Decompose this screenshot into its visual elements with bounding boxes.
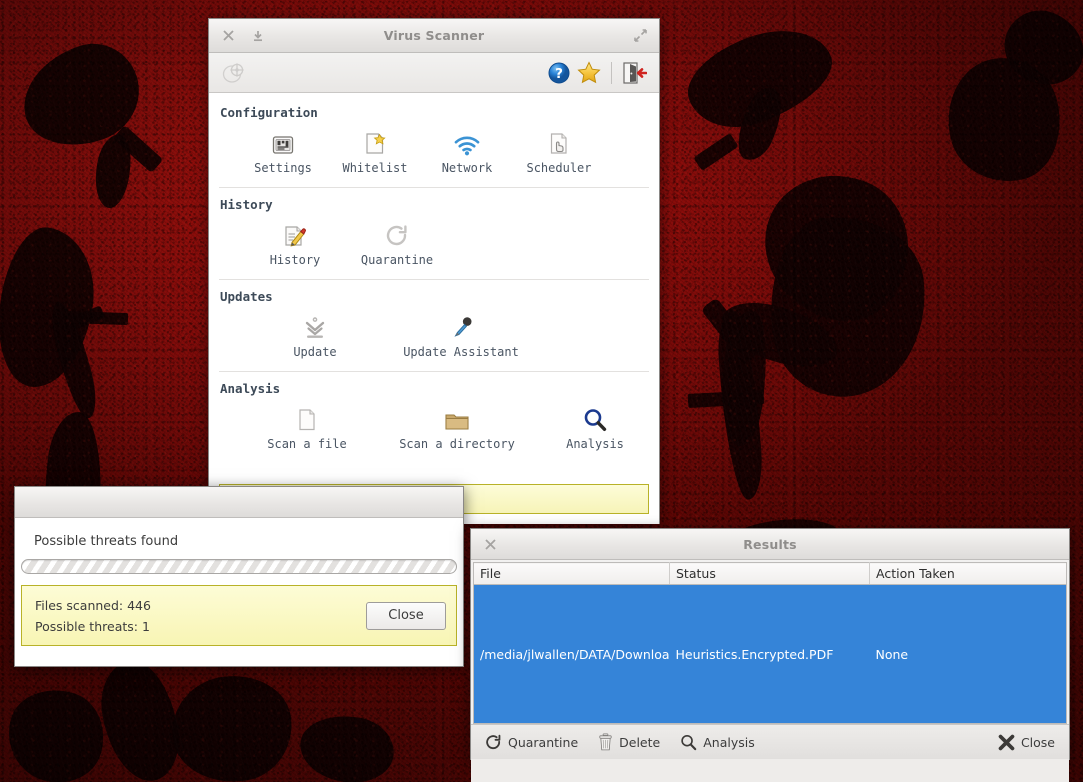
section-items-updates: Update Update Assistant <box>219 308 649 365</box>
icon-label: Scan a directory <box>399 437 515 451</box>
section-heading-updates: Updates <box>220 289 649 304</box>
download-arrow-icon <box>303 310 327 340</box>
blank-document-icon <box>296 402 318 432</box>
icon-label: Update <box>293 345 336 359</box>
svg-text:?: ? <box>555 66 563 82</box>
icon-item-settings[interactable]: Settings <box>237 124 329 181</box>
folder-icon <box>444 402 470 432</box>
section-divider <box>219 279 649 280</box>
scan-summary-lines: Files scanned: 446 Possible threats: 1 <box>35 595 366 637</box>
section-divider <box>219 187 649 188</box>
main-titlebar: Virus Scanner <box>209 19 659 53</box>
analysis-button[interactable]: Analysis <box>680 734 755 751</box>
wifi-network-icon <box>454 126 480 156</box>
desktop: Virus Scanner <box>0 0 1083 782</box>
icon-label: Whitelist <box>342 161 407 175</box>
possible-threats-dialog: Possible threats found Files scanned: 44… <box>14 486 464 667</box>
target-stop-scan-icon[interactable] <box>219 58 249 88</box>
quarantine-label: Quarantine <box>508 735 578 750</box>
icon-label: Quarantine <box>361 253 433 267</box>
document-hand-icon <box>548 126 570 156</box>
possible-threats-text: Possible threats: 1 <box>35 616 366 637</box>
icon-label: Settings <box>254 161 312 175</box>
scan-progress-bar <box>21 559 457 574</box>
quarantine-button[interactable]: Quarantine <box>485 734 578 751</box>
icon-item-history[interactable]: History <box>249 216 341 273</box>
results-body: File Status Action Taken /media/jlwallen… <box>471 560 1069 724</box>
results-window: Results File Status Action Taken /media/… <box>470 528 1070 760</box>
icon-item-analysis[interactable]: Analysis <box>549 400 641 457</box>
star-favorite-icon[interactable] <box>574 58 604 88</box>
document-star-icon <box>364 126 386 156</box>
icon-label: Scheduler <box>526 161 591 175</box>
table-row[interactable]: /media/jlwallen/DATA/Downloads/ Heuristi… <box>474 585 1067 724</box>
magnifier-icon <box>680 734 697 751</box>
help-question-icon[interactable]: ? <box>544 58 574 88</box>
x-bold-icon <box>998 734 1015 751</box>
section-items-history: History Quarantine <box>219 216 649 273</box>
icon-label: Update Assistant <box>403 345 519 359</box>
close-icon[interactable] <box>479 533 501 555</box>
delete-button[interactable]: Delete <box>598 733 660 751</box>
section-heading-analysis: Analysis <box>220 381 649 396</box>
progress-wrapper <box>15 549 463 574</box>
analysis-label: Analysis <box>703 735 755 750</box>
dialog-titlebar <box>15 487 463 518</box>
minimize-icon[interactable] <box>247 25 269 47</box>
cell-action: None <box>870 585 1067 724</box>
icon-item-scan-a-directory[interactable]: Scan a directory <box>387 400 527 457</box>
pipette-icon <box>449 310 473 340</box>
document-pencil-icon <box>283 218 307 248</box>
icon-item-network[interactable]: Network <box>421 124 513 181</box>
refresh-circle-icon <box>385 218 409 248</box>
section-items-configuration: Settings Whitelist <box>219 124 649 181</box>
main-content: Configuration Setting <box>209 93 659 524</box>
dialog-body: Possible threats found Files scanned: 44… <box>15 518 463 666</box>
section-divider <box>219 371 649 372</box>
results-window-title: Results <box>471 537 1069 552</box>
results-titlebar: Results <box>471 529 1069 560</box>
magnifier-icon <box>583 402 607 432</box>
settings-sliders-icon <box>272 126 294 156</box>
trash-bin-icon <box>598 733 613 751</box>
results-footer-toolbar: Quarantine Delete <box>471 724 1069 759</box>
refresh-circle-icon <box>485 734 502 751</box>
close-icon[interactable] <box>217 25 239 47</box>
main-window-title: Virus Scanner <box>209 28 659 43</box>
icon-item-update-assistant[interactable]: Update Assistant <box>405 308 517 365</box>
results-statusbar <box>471 759 1069 782</box>
section-heading-configuration: Configuration <box>220 105 649 120</box>
icon-item-quarantine[interactable]: Quarantine <box>341 216 453 273</box>
icon-label: Scan a file <box>267 437 346 451</box>
icon-label: History <box>270 253 321 267</box>
results-close-label: Close <box>1021 735 1055 750</box>
section-heading-history: History <box>220 197 649 212</box>
delete-label: Delete <box>619 735 660 750</box>
icon-item-whitelist[interactable]: Whitelist <box>329 124 421 181</box>
section-items-analysis: Scan a file Scan a directory <box>219 400 649 457</box>
maximize-icon[interactable] <box>629 25 651 47</box>
cell-status: Heuristics.Encrypted.PDF <box>670 585 870 724</box>
column-header-action-taken[interactable]: Action Taken <box>870 563 1067 585</box>
dialog-close-button[interactable]: Close <box>366 602 446 630</box>
column-header-status[interactable]: Status <box>670 563 870 585</box>
icon-item-scheduler[interactable]: Scheduler <box>513 124 605 181</box>
icon-item-update[interactable]: Update <box>269 308 361 365</box>
icon-item-scan-a-file[interactable]: Scan a file <box>251 400 363 457</box>
dialog-message: Possible threats found <box>15 518 463 549</box>
files-scanned-text: Files scanned: 446 <box>35 595 366 616</box>
virus-scanner-window: Virus Scanner <box>208 18 660 524</box>
scan-summary-box: Files scanned: 446 Possible threats: 1 C… <box>21 585 457 646</box>
cell-file: /media/jlwallen/DATA/Downloads/ <box>474 585 670 724</box>
toolbar-separator <box>611 62 612 84</box>
column-header-file[interactable]: File <box>474 563 670 585</box>
results-close-button[interactable]: Close <box>998 734 1055 751</box>
results-table: File Status Action Taken /media/jlwallen… <box>473 562 1067 724</box>
table-header-row: File Status Action Taken <box>474 563 1067 585</box>
icon-label: Analysis <box>566 437 624 451</box>
main-toolbar: ? <box>209 53 659 93</box>
exit-door-icon[interactable] <box>619 58 649 88</box>
icon-label: Network <box>442 161 493 175</box>
